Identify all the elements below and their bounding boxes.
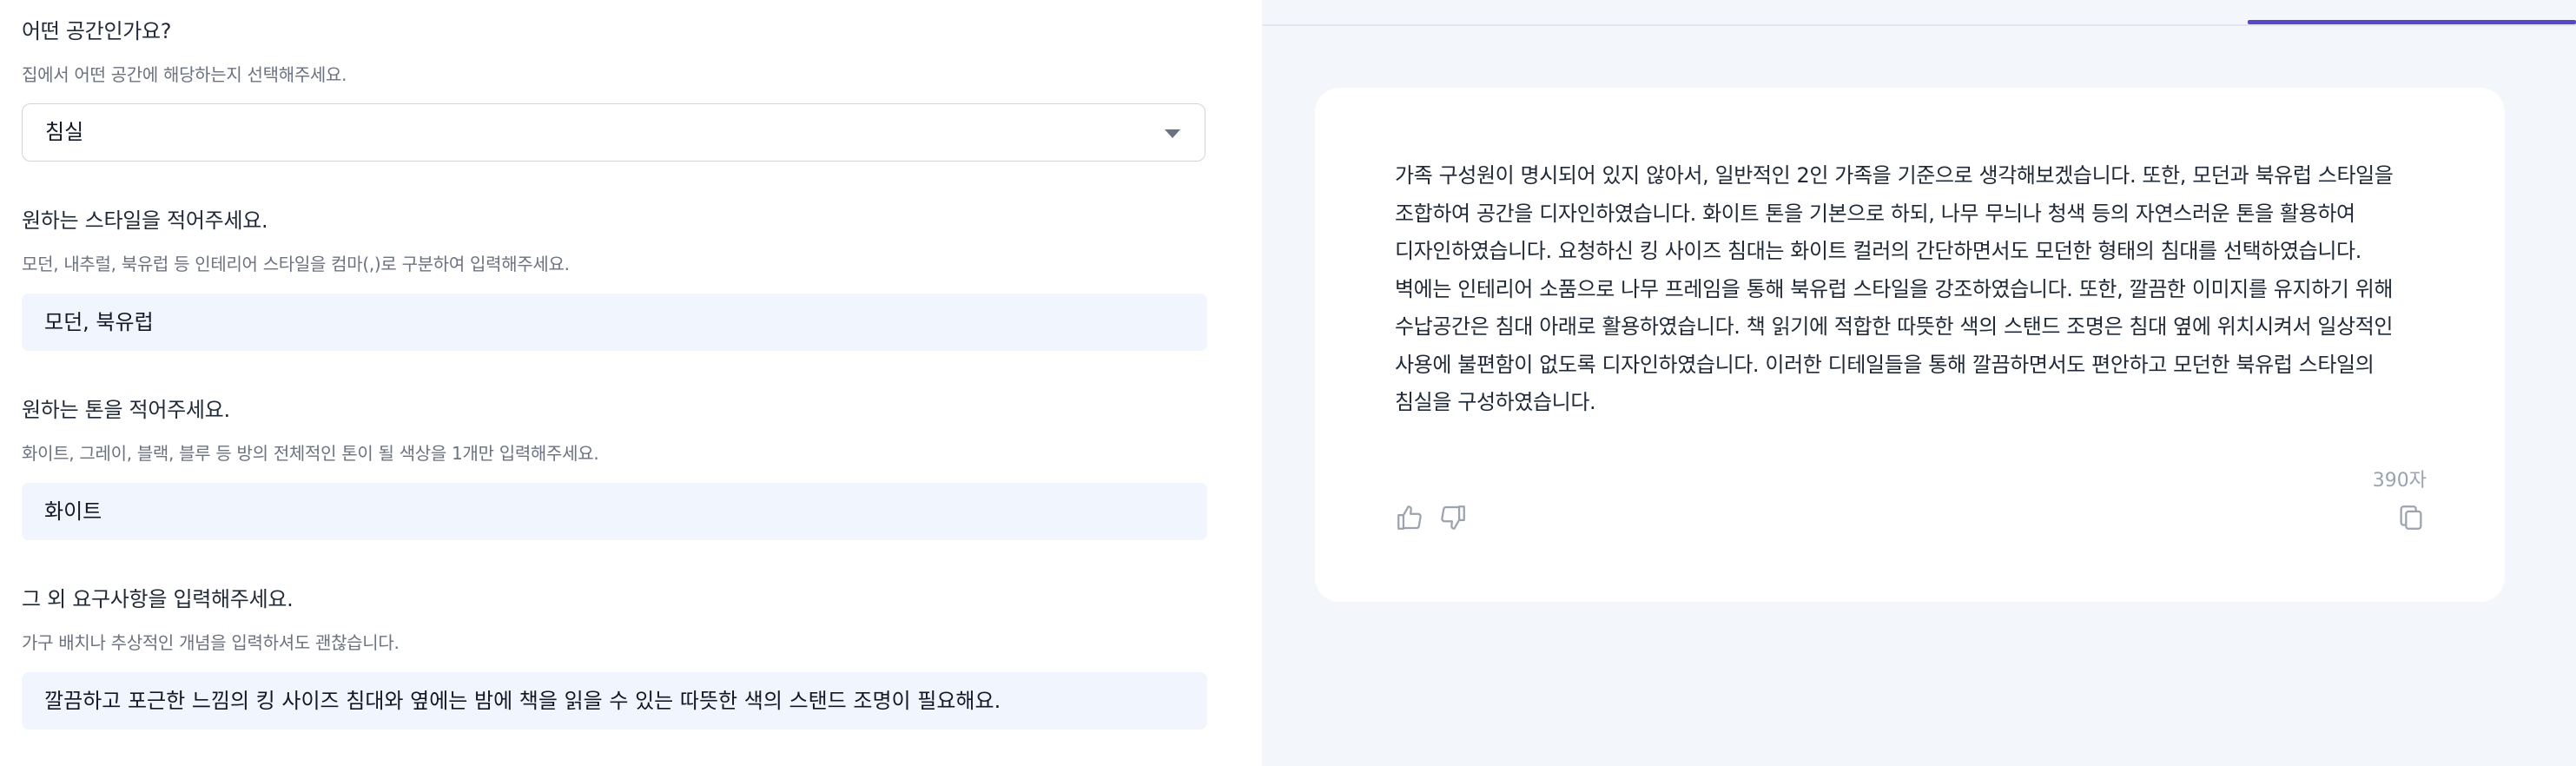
style-input-value: 모던, 북유럽	[44, 310, 154, 334]
style-question-desc: 모던, 내추럴, 북유럽 등 인테리어 스타일을 컴마(,)로 구분하여 입력해…	[22, 254, 570, 274]
extra-input[interactable]: 깔끔하고 포근한 느낌의 킹 사이즈 침대와 옆에는 밤에 책을 읽을 수 있는…	[22, 672, 1207, 730]
extra-question-desc: 가구 배치나 추상적인 개념을 입력하셔도 괜찮습니다.	[22, 632, 400, 653]
tone-question-desc: 화이트, 그레이, 블랙, 블루 등 방의 전체적인 톤이 될 색상을 1개만 …	[22, 443, 599, 464]
space-select-value: 침실	[45, 120, 84, 144]
space-select[interactable]: 침실	[22, 103, 1205, 162]
extra-input-value: 깔끔하고 포근한 느낌의 킹 사이즈 침대와 옆에는 밤에 책을 읽을 수 있는…	[44, 689, 1001, 713]
style-input[interactable]: 모던, 북유럽	[22, 294, 1207, 351]
tone-question-title: 원하는 톤을 적어주세요.	[22, 398, 230, 422]
thumbs-down-icon[interactable]	[1438, 503, 1468, 532]
thumbs-up-icon[interactable]	[1395, 503, 1424, 532]
extra-question-title: 그 외 요구사항을 입력해주세요.	[22, 587, 294, 611]
progress-indicator	[2248, 20, 2576, 24]
form-panel: 어떤 공간인가요? 집에서 어떤 공간에 해당하는지 선택해주세요. 침실 원하…	[0, 0, 1262, 766]
caret-down-icon	[1165, 129, 1180, 138]
space-question-title: 어떤 공간인가요?	[22, 19, 172, 43]
style-question-title: 원하는 스타일을 적어주세요.	[22, 208, 268, 233]
space-question-desc: 집에서 어떤 공간에 해당하는지 선택해주세요.	[22, 64, 347, 85]
divider	[1262, 24, 2576, 26]
char-count: 390자	[2372, 470, 2427, 492]
tone-input-value: 화이트	[44, 499, 102, 524]
result-card: 가족 구성원이 명시되어 있지 않아서, 일반적인 2인 가족을 기준으로 생각…	[1315, 88, 2505, 602]
result-text: 가족 구성원이 명시되어 있지 않아서, 일반적인 2인 가족을 기준으로 생각…	[1395, 163, 2394, 414]
copy-icon[interactable]	[2396, 503, 2426, 532]
tone-input[interactable]: 화이트	[22, 483, 1207, 540]
result-panel: 가족 구성원이 명시되어 있지 않아서, 일반적인 2인 가족을 기준으로 생각…	[1262, 0, 2576, 766]
